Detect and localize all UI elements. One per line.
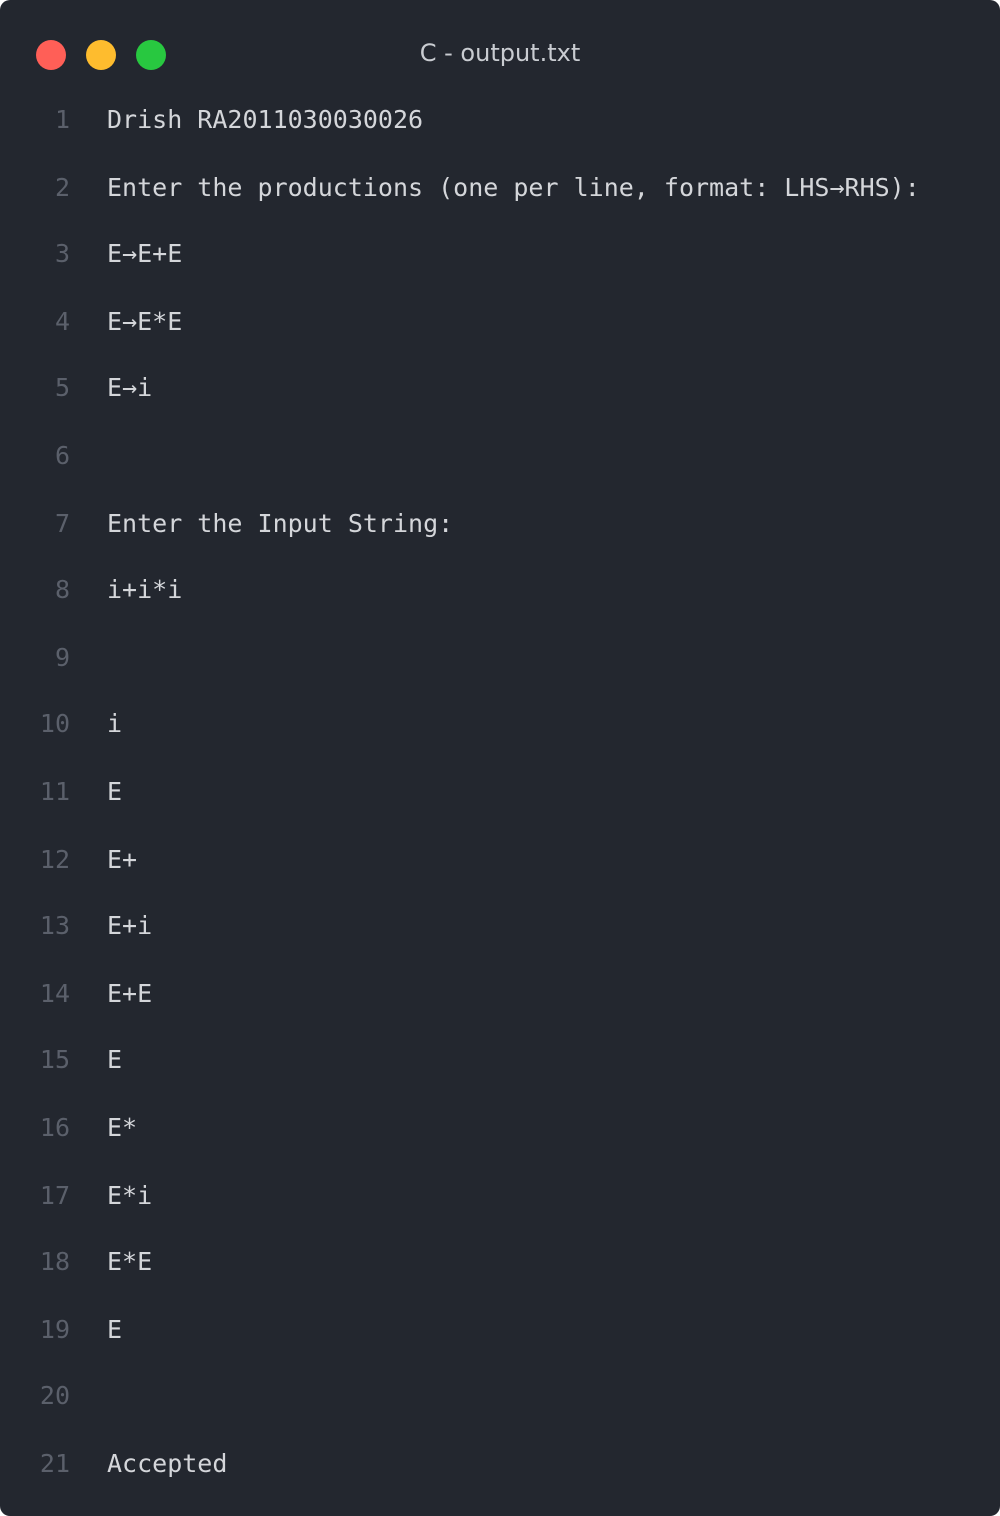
code-area[interactable]: 1 Drish RA2011030030026 2 Enter the product… [0,0,1000,1516]
line-number: 21 [39,1449,70,1478]
line-number: 9 [54,643,70,672]
line-number: 12 [39,845,70,874]
line-number: 13 [39,911,70,940]
line-text: E+i [107,911,153,940]
line-text: Accepted [107,1449,228,1478]
line-text: E*E [107,1247,153,1276]
line-number: 6 [54,441,70,470]
line-text: E*i [107,1181,153,1210]
line-number: 2 [54,173,70,202]
line-text: E [107,1315,123,1344]
line-text: i+i*i [107,575,183,604]
line-number: 14 [39,979,70,1008]
line-number: 16 [39,1113,70,1142]
line-number: 10 [39,709,70,738]
line-text: E→E+E [107,239,183,268]
line-text: E [107,777,123,806]
line-text: i [107,709,123,738]
line-number: 20 [39,1381,70,1410]
line-text: Drish RA2011030030026 [107,105,424,134]
line-text: E+ [107,845,138,874]
line-number: 7 [54,509,70,538]
line-text: E→E*E [107,307,183,336]
line-text: E* [107,1113,138,1142]
line-number: 15 [39,1045,70,1074]
line-number: 4 [54,307,70,336]
line-number: 5 [54,373,70,402]
line-number: 3 [54,239,70,268]
line-text: E→i [107,373,153,402]
line-text: Enter the Input String: [107,509,454,538]
line-text: Enter the productions (one per line, for… [107,173,920,202]
line-number: 1 [54,105,70,134]
line-number: 19 [39,1315,70,1344]
line-number: 11 [39,777,70,806]
line-text: E [107,1045,123,1074]
line-number: 17 [39,1181,70,1210]
line-number: 18 [39,1247,70,1276]
line-number: 8 [54,575,70,604]
editor-window: C - output.txt 1 Drish RA2011030030026 2 En… [0,0,1000,1516]
line-text: E+E [107,979,153,1008]
